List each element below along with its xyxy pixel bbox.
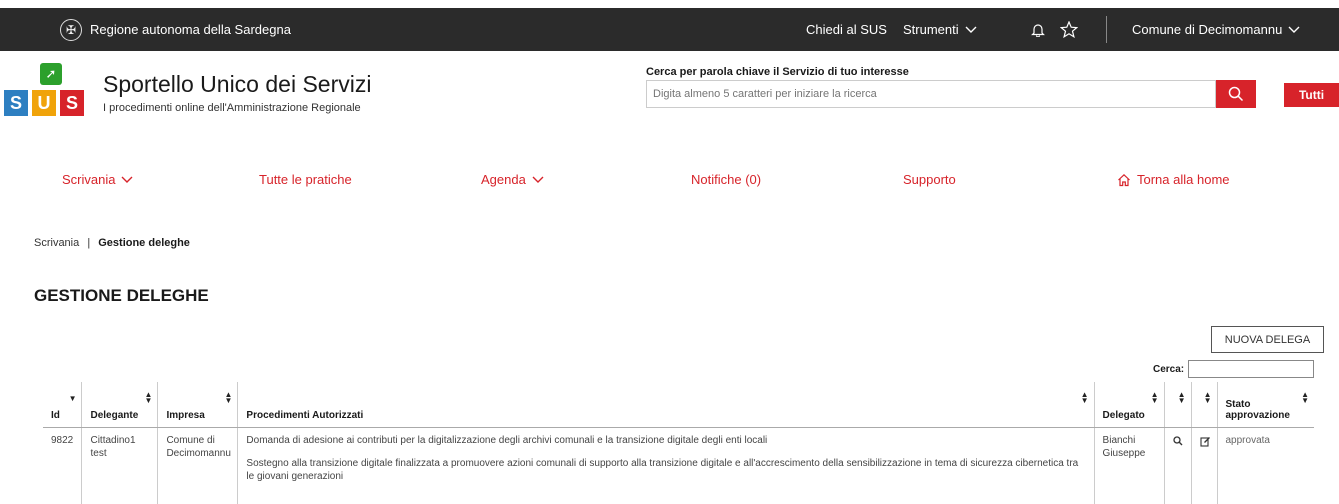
star-icon <box>1060 21 1078 38</box>
table-row: 9822 Cittadino1 test Comune di Decimoman… <box>43 427 1314 504</box>
col-header-procedimenti-label: Procedimenti Autorizzati <box>246 409 364 421</box>
breadcrumb-current: Gestione deleghe <box>98 237 190 249</box>
logo-letter: S <box>4 90 28 116</box>
cell-stato: approvata <box>1216 427 1314 504</box>
nav-agenda[interactable]: Agenda <box>481 172 544 187</box>
nav-scrivania-label: Scrivania <box>62 172 116 187</box>
topbar-divider <box>1106 16 1107 43</box>
cell-edit <box>1190 427 1217 504</box>
bell-icon <box>1031 24 1045 37</box>
sort-icon: ▼ <box>68 394 77 403</box>
search-filter-button[interactable]: Tutti <box>1284 83 1339 107</box>
col-header-id[interactable]: Id ▼ <box>43 382 82 428</box>
chiedi-sus-link[interactable]: Chiedi al SUS <box>806 8 887 51</box>
nav-supporto-label: Supporto <box>903 172 956 187</box>
site-title[interactable]: Sportello Unico dei Servizi <box>103 71 371 98</box>
nav-notifiche[interactable]: Notifiche (0) <box>691 172 761 187</box>
cell-delegato: Bianchi Giuseppe <box>1093 427 1165 504</box>
region-link[interactable]: ✠ Regione autonoma della Sardegna <box>60 8 291 51</box>
breadcrumb-separator: | <box>87 237 91 249</box>
col-header-impresa-label: Impresa <box>166 409 205 421</box>
sort-icon: ▲ ▼ <box>1301 390 1309 405</box>
breadcrumb-parent[interactable]: Scrivania <box>34 237 79 249</box>
chevron-down-icon <box>1288 26 1300 33</box>
col-header-delegante[interactable]: Delegante ▲ ▼ <box>81 382 158 428</box>
nav-notifiche-label: Notifiche (0) <box>691 172 762 187</box>
chiedi-sus-label: Chiedi al SUS <box>806 22 887 37</box>
procedimento-item: Sostegno alla transizione digitale final… <box>246 457 1079 482</box>
emblem-icon: ✠ <box>60 18 82 41</box>
col-header-stato[interactable]: Stato approvazione ▲ ▼ <box>1216 382 1314 428</box>
nav-pratiche-label: Tutte le pratiche <box>259 172 352 187</box>
cell-procedimenti: Domanda di adesione ai contributi per la… <box>237 427 1095 504</box>
col-header-procedimenti[interactable]: Procedimenti Autorizzati ▲ ▼ <box>237 382 1095 428</box>
table-header-row: Id ▼ Delegante ▲ ▼ Impresa ▲ ▼ Procedimenti A… <box>43 382 1314 428</box>
col-header-delegante-label: Delegante <box>90 409 139 421</box>
nav-scrivania[interactable]: Scrivania <box>62 172 133 187</box>
cell-id: 9822 <box>51 434 74 446</box>
chevron-down-icon <box>532 176 544 183</box>
col-header-stato-label: Stato approvazione <box>1225 398 1290 421</box>
sort-icon: ▲ ▼ <box>1203 390 1212 405</box>
chevron-down-icon <box>121 176 133 183</box>
sort-icon: ▲ ▼ <box>1080 390 1089 405</box>
sus-logo[interactable]: ➚ S U S <box>4 63 88 118</box>
strumenti-label: Strumenti <box>903 22 959 37</box>
logo-letter: S <box>60 90 84 116</box>
sort-icon: ▲ ▼ <box>144 390 153 405</box>
edit-icon[interactable] <box>1199 436 1211 447</box>
col-header-edit[interactable]: ▲ ▼ <box>1190 382 1217 428</box>
col-header-id-label: Id <box>51 409 60 421</box>
chevron-down-icon <box>965 26 977 33</box>
cell-delegante: Cittadino1 test <box>81 427 158 504</box>
comune-menu[interactable]: Comune di Decimomannu <box>1132 8 1300 51</box>
sort-icon: ▲ ▼ <box>1150 390 1159 405</box>
cursor-icon: ➚ <box>40 63 62 85</box>
deleghe-table: Id ▼ Delegante ▲ ▼ Impresa ▲ ▼ Procedimenti A… <box>43 382 1314 504</box>
cell-impresa: Comune di Decimomannu <box>157 427 238 504</box>
col-header-delegato[interactable]: Delegato ▲ ▼ <box>1093 382 1165 428</box>
col-header-view[interactable]: ▲ ▼ <box>1163 382 1191 428</box>
nav-agenda-label: Agenda <box>481 172 526 187</box>
page-title: GESTIONE DELEGHE <box>34 286 209 305</box>
nav-supporto[interactable]: Supporto <box>903 172 956 187</box>
search-button[interactable] <box>1216 80 1256 108</box>
search-input[interactable] <box>646 80 1216 108</box>
home-icon <box>1118 173 1130 186</box>
strumenti-menu[interactable]: Strumenti <box>903 8 977 51</box>
procedimento-item: Domanda di adesione ai contributi per la… <box>246 434 768 446</box>
nav-home[interactable]: Torna alla home <box>1117 172 1230 187</box>
breadcrumb: Scrivania | Gestione deleghe <box>34 237 190 249</box>
new-delega-button[interactable]: NUOVA DELEGA <box>1211 326 1324 353</box>
sort-icon: ▲ ▼ <box>224 390 233 405</box>
nav-tutte-pratiche[interactable]: Tutte le pratiche <box>259 172 352 187</box>
site-subtitle: I procedimenti online dell'Amministrazio… <box>103 102 361 114</box>
view-icon[interactable] <box>1172 435 1183 446</box>
table-search-label: Cerca: <box>1153 364 1185 375</box>
col-header-delegato-label: Delegato <box>1102 409 1145 421</box>
logo-letter: U <box>32 90 56 116</box>
sort-icon: ▲ ▼ <box>1177 390 1186 405</box>
search-label: Cerca per parola chiave il Servizio di t… <box>646 66 909 78</box>
top-bar: ✠ Regione autonoma della Sardegna Chiedi… <box>0 8 1339 51</box>
cell-view <box>1163 427 1191 504</box>
search-icon <box>1228 86 1244 102</box>
notifications-button[interactable] <box>1031 8 1045 51</box>
col-header-impresa[interactable]: Impresa ▲ ▼ <box>157 382 238 428</box>
comune-label: Comune di Decimomannu <box>1132 22 1283 37</box>
table-search-input[interactable] <box>1188 360 1314 378</box>
favorites-button[interactable] <box>1060 8 1078 51</box>
nav-home-label: Torna alla home <box>1137 172 1230 187</box>
region-label: Regione autonoma della Sardegna <box>90 22 291 37</box>
